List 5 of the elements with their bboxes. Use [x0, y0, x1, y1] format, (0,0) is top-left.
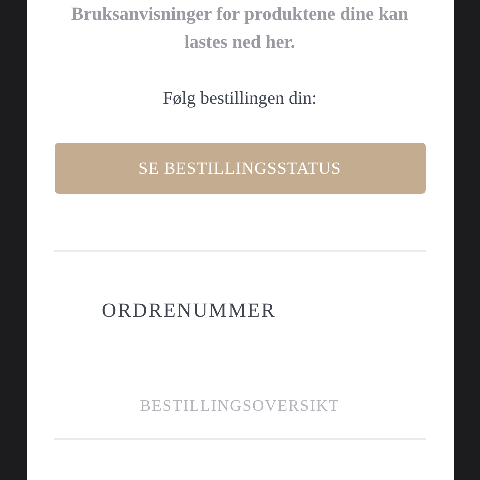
manuals-text: Bruksanvisninger for produktene dine kan lastes ned her. — [70, 4, 410, 55]
order-number-label: ORDRENUMMER — [102, 300, 276, 322]
tracking-label: Følg bestillingen din: — [162, 87, 317, 110]
status-button[interactable]: SE BESTILLINGSSTATUS — [54, 143, 426, 194]
order-overview-heading: BESTILLINGSOVERSIKT — [140, 397, 340, 417]
